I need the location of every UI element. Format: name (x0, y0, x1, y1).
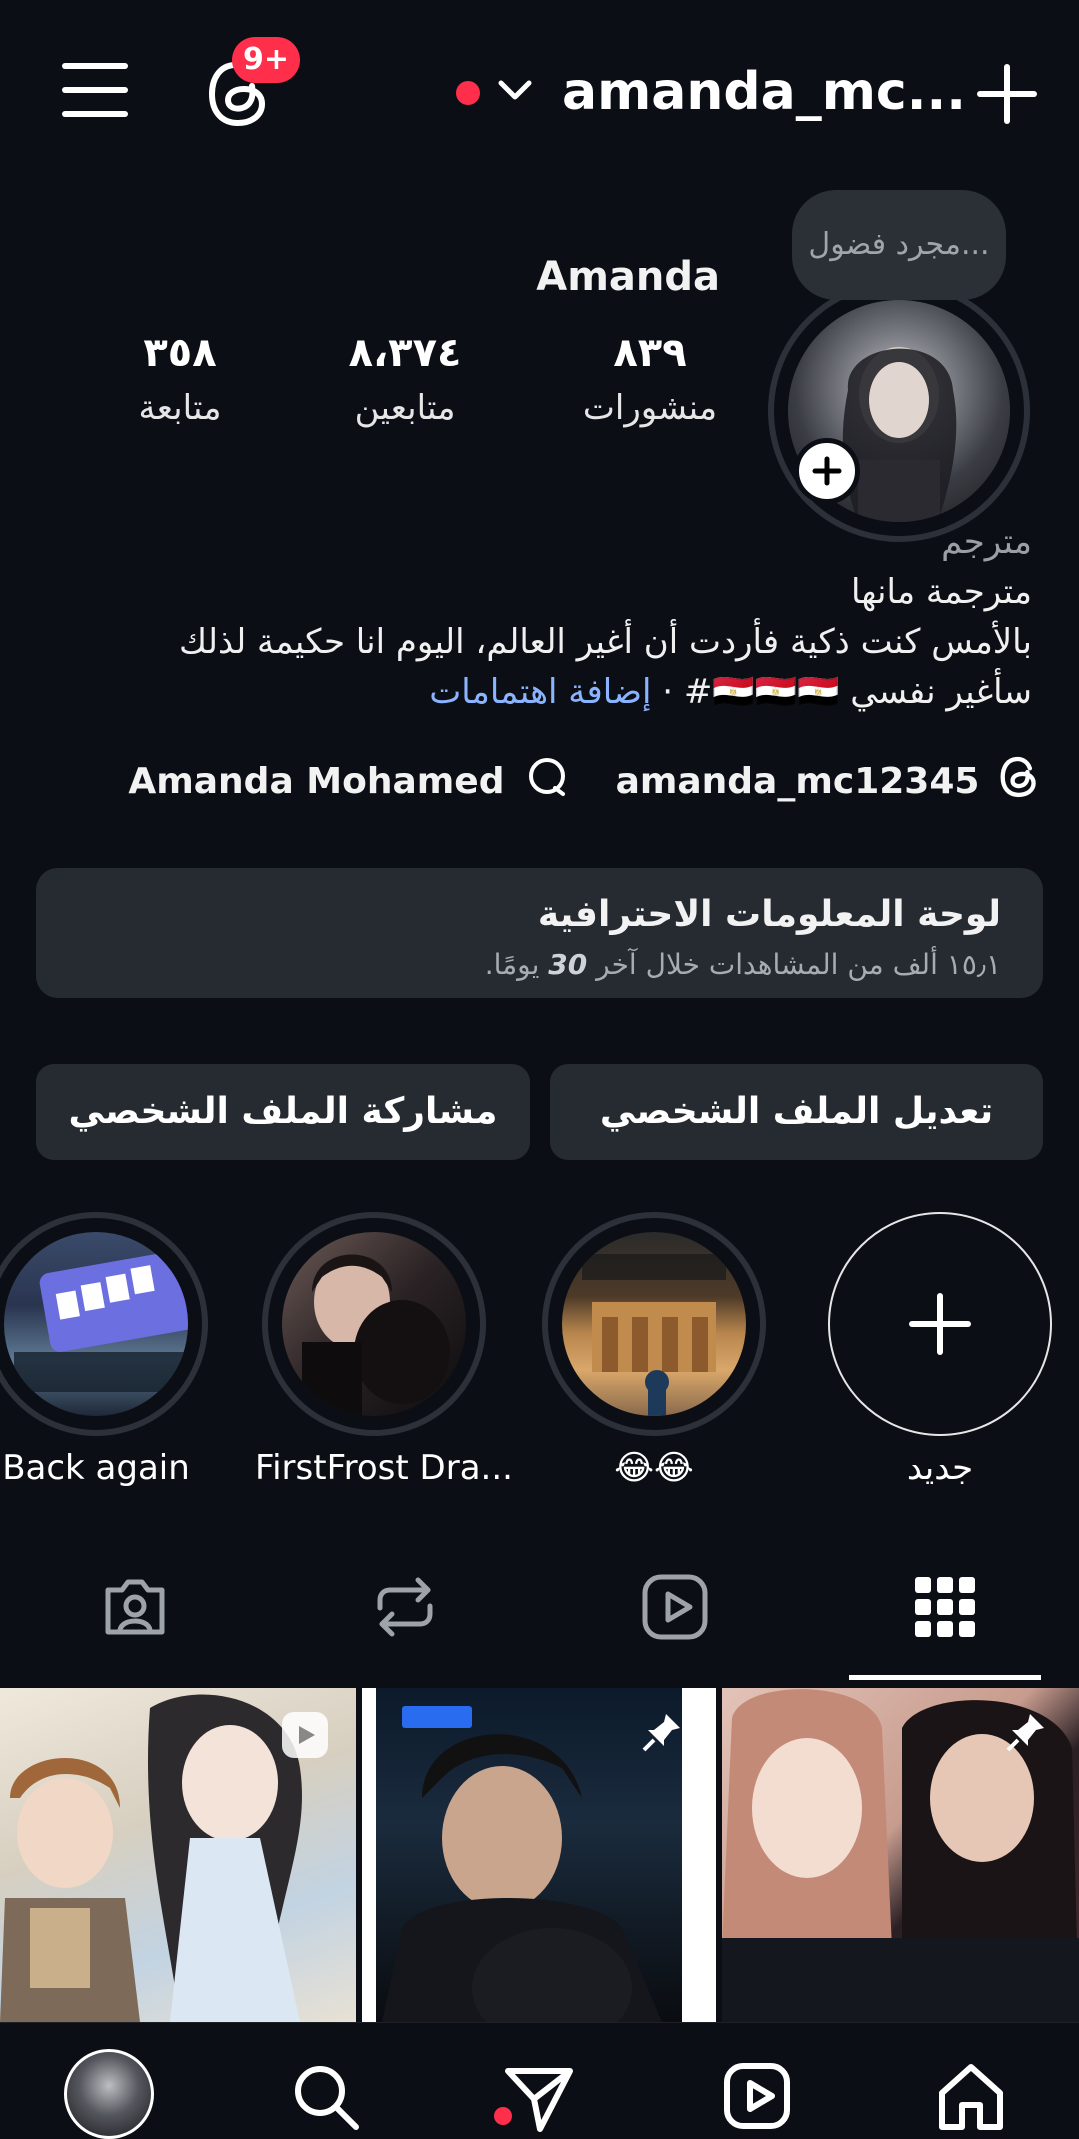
dashboard-subtitle-pre: ١٥٫١ ألف من المشاهدات خلال آخر (596, 948, 1001, 981)
tab-tagged[interactable] (100, 1572, 170, 1646)
highlight-laugh-label: 😂😂 (614, 1448, 694, 1488)
stat-followers-label: متابعين (354, 388, 456, 428)
highlight-laugh-image (562, 1232, 746, 1416)
bottom-navigation (0, 2022, 1079, 2139)
profile-note[interactable]: مجرد فضول... (792, 190, 1006, 300)
avatar-ring[interactable] (768, 280, 1030, 542)
stat-followers[interactable]: ٨،٣٧٤ متابعين (320, 330, 490, 428)
threads-handle[interactable]: amanda_mc12345 (616, 761, 980, 802)
stat-following-label: متابعة (138, 388, 222, 428)
post-thumbnail-2[interactable] (362, 1688, 716, 2022)
post-thumbnail-1[interactable] (0, 1688, 356, 2022)
direct-unread-dot (494, 2107, 512, 2125)
tagged-person-icon (105, 1579, 165, 1635)
reels-icon (642, 1574, 708, 1640)
nav-profile-avatar[interactable] (64, 2049, 154, 2139)
live-status-dot (456, 81, 480, 105)
dashboard-subtitle: ١٥٫١ ألف من المشاهدات خلال آخر 30 يومًا. (485, 948, 1001, 981)
account-username[interactable]: amanda_mc... (562, 62, 966, 122)
highlight-firstfrost-label: FirstFrost Dra... (255, 1448, 513, 1488)
threads-links: amanda_mc12345 Amanda Mohamed (128, 756, 1040, 807)
grid-icon (915, 1577, 975, 1637)
nav-search-icon[interactable] (290, 2061, 360, 2135)
plus-icon (909, 1293, 971, 1355)
highlight-new-label: جديد (906, 1448, 974, 1488)
chevron-down-icon[interactable] (498, 80, 532, 102)
pin-icon (1004, 1710, 1048, 1758)
tab-posts-grid[interactable] (910, 1572, 980, 1646)
stat-followers-value: ٨،٣٧٤ (348, 330, 462, 376)
content-tabs (0, 1560, 1079, 1680)
stat-posts-value: ٨٣٩ (613, 330, 687, 376)
professional-dashboard-card[interactable]: لوحة المعلومات الاحترافية ١٥٫١ ألف من ال… (36, 868, 1043, 998)
dashboard-days: 30 (548, 948, 588, 981)
dashboard-title: لوحة المعلومات الاحترافية (537, 894, 1001, 935)
bio-line-1: مترجمة مانها (850, 572, 1032, 612)
nav-home-icon[interactable] (936, 2061, 1006, 2135)
share-profile-button[interactable]: مشاركة الملف الشخصي (36, 1064, 530, 1160)
highlight-back-again-label: Back again (2, 1448, 190, 1488)
repost-icon (377, 1577, 433, 1637)
threads-display-name[interactable]: Amanda Mohamed (128, 761, 504, 802)
nav-reels-icon[interactable] (722, 2061, 792, 2135)
pin-icon (640, 1710, 684, 1758)
nav-direct-icon[interactable] (504, 2063, 574, 2137)
dashboard-subtitle-post: يومًا. (484, 948, 540, 981)
edit-profile-button[interactable]: تعديل الملف الشخصي (550, 1064, 1043, 1160)
notification-badge: 9+ (232, 37, 300, 83)
stat-posts[interactable]: ٨٣٩ منشورات (560, 330, 740, 428)
stat-following[interactable]: ٣٥٨ متابعة (110, 330, 250, 428)
highlight-firstfrost-image (282, 1232, 466, 1416)
stat-following-value: ٣٥٨ (143, 330, 217, 376)
post-thumbnail-3[interactable] (722, 1688, 1079, 2022)
highlight-new[interactable] (828, 1212, 1052, 1436)
highlight-back-again[interactable] (0, 1212, 208, 1436)
profile-category: مترجم (941, 522, 1032, 562)
create-plus-icon[interactable] (977, 64, 1037, 124)
top-bar: 9+ amanda_mc... (0, 0, 1079, 190)
threads-handle-icon (1000, 756, 1040, 807)
display-name: Amanda (536, 254, 720, 300)
highlight-firstfrost[interactable] (262, 1212, 486, 1436)
tab-reels[interactable] (640, 1572, 710, 1646)
highlight-laugh[interactable] (542, 1212, 766, 1436)
threads-chat-icon (525, 756, 569, 807)
bio-line-3-text: سأغير نفسي 🇪🇬🇪🇬🇪🇬# (683, 672, 1032, 712)
menu-icon[interactable] (62, 60, 128, 120)
add-story-button[interactable] (794, 438, 860, 504)
stat-posts-label: منشورات (582, 388, 718, 428)
plus-icon (812, 456, 842, 486)
tab-reposts[interactable] (370, 1572, 440, 1646)
highlight-back-again-image (4, 1232, 188, 1416)
bio-line-3: سأغير نفسي 🇪🇬🇪🇬🇪🇬# · إضافة اهتمامات (60, 672, 1032, 712)
reel-badge-icon (282, 1712, 328, 1758)
active-tab-indicator (849, 1675, 1041, 1680)
add-interests-link[interactable]: إضافة اهتمامات (429, 672, 651, 712)
bio-line-2: بالأمس كنت ذكية فأردت أن أغير العالم، ال… (179, 622, 1032, 662)
bio-separator: · (662, 672, 674, 712)
